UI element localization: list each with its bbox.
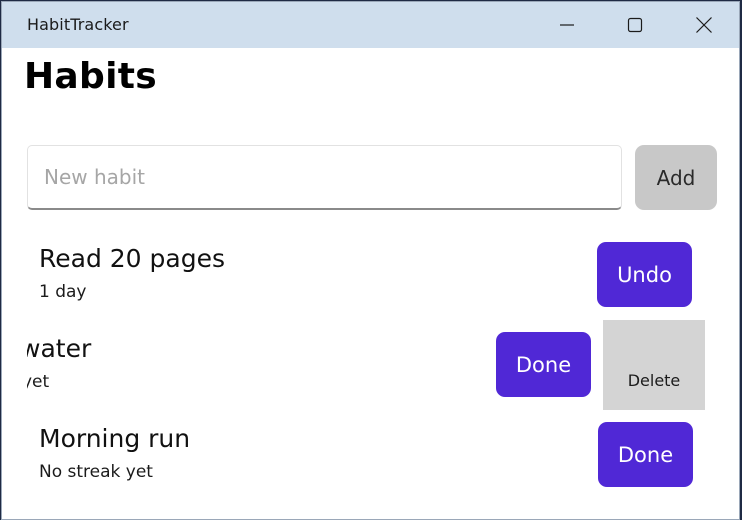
maximize-button[interactable] [601,2,669,48]
habit-streak: No streak yet [39,462,153,482]
maximize-icon [627,17,643,33]
undo-button[interactable]: Undo [597,242,692,307]
habit-row-content: water yet [27,324,467,414]
title-bar[interactable]: HabitTracker [2,2,739,48]
window-title: HabitTracker [27,15,129,34]
close-button[interactable] [670,2,738,48]
add-habit-button[interactable]: Add [635,145,717,210]
minimize-icon [560,24,574,26]
habit-streak: yet [27,372,50,392]
habit-row: Read 20 pages 1 day Undo [2,234,739,324]
habit-name: Morning run [39,424,191,453]
page-title: Habits [24,56,157,97]
close-icon [696,17,712,33]
habit-name: water [27,334,92,363]
delete-swipe-button[interactable]: Delete [603,320,705,410]
habit-row: Morning run No streak yet Done [2,414,739,504]
done-button[interactable]: Done [598,422,693,487]
done-button[interactable]: Done [496,332,591,397]
new-habit-input[interactable] [27,145,622,210]
app-window: HabitTracker Habits Add Read 20 pages 1 … [1,1,740,520]
minimize-button[interactable] [533,2,601,48]
habit-row-swiped[interactable]: water yet Done Delete [2,320,739,414]
habit-streak: 1 day [39,282,87,302]
habit-name: Read 20 pages [39,244,225,273]
